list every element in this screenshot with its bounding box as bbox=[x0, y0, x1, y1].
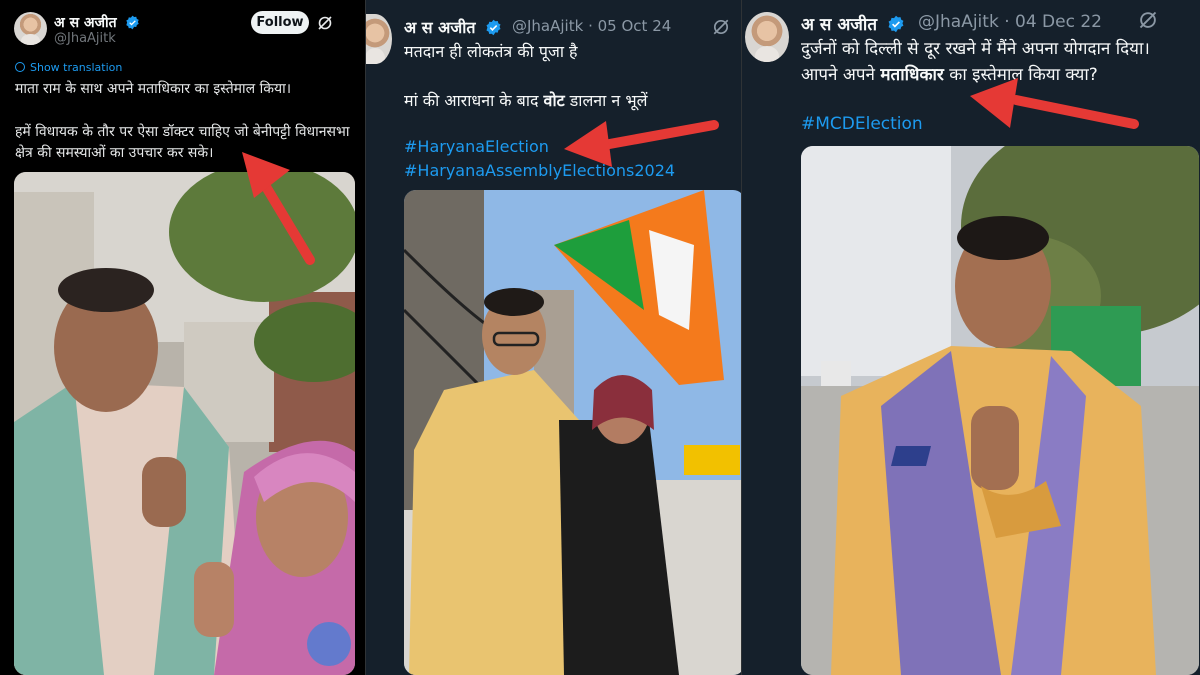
follow-button[interactable]: Follow bbox=[251, 11, 309, 34]
author-handle[interactable]: @JhaAjitk bbox=[918, 12, 999, 32]
author-name[interactable]: अ स अजीत bbox=[404, 16, 502, 38]
author-name[interactable]: अ स अजीत bbox=[54, 13, 140, 32]
grok-icon[interactable] bbox=[1138, 10, 1158, 30]
tweet-photo[interactable] bbox=[801, 146, 1199, 675]
photo-voter-street bbox=[801, 146, 1199, 675]
globe-icon bbox=[15, 62, 25, 72]
tweet-text-line: दुर्जनों को दिल्ली से दूर रखने में मैंने… bbox=[801, 39, 1150, 59]
tweet-text-line: हमें विधायक के तौर पर ऐसा डॉक्टर चाहिए ज… bbox=[15, 124, 350, 140]
tweet-date[interactable]: 05 Oct 24 bbox=[598, 17, 672, 35]
avatar[interactable] bbox=[14, 12, 47, 45]
verified-badge-icon bbox=[486, 19, 501, 36]
verified-badge-icon bbox=[888, 15, 904, 33]
avatar[interactable] bbox=[745, 12, 789, 62]
hashtag-link[interactable]: #MCDElection bbox=[801, 114, 923, 134]
tweet-date[interactable]: 04 Dec 22 bbox=[1015, 12, 1102, 32]
show-translation-link[interactable]: Show translation bbox=[15, 61, 122, 74]
tweet-panel-2: अ स अजीत @JhaAjitk · 05 Oct 24 मतदान ही … bbox=[366, 0, 742, 675]
photo-voters-with-mother bbox=[14, 172, 355, 675]
author-handle[interactable]: @JhaAjitk bbox=[512, 17, 583, 35]
tweet-photo[interactable] bbox=[14, 172, 355, 675]
chat-bubble-icon[interactable] bbox=[307, 622, 351, 666]
tweet-panel-1: अ स अजीत @JhaAjitk Follow Show translati… bbox=[0, 0, 366, 675]
tweet-text-line: आपने अपने मताधिकार का इस्तेमाल किया क्या… bbox=[801, 65, 1098, 85]
tweet-text-line: क्षेत्र की समस्याओं का उपचार कर सके। bbox=[15, 145, 214, 161]
tweet-panel-3: अ स अजीत @JhaAjitk · 04 Dec 22 दुर्जनों … bbox=[742, 0, 1200, 675]
tweet-photo[interactable] bbox=[404, 190, 742, 675]
grok-icon[interactable] bbox=[712, 18, 730, 36]
tweet-meta: @JhaAjitk · 05 Oct 24 bbox=[512, 17, 672, 35]
verified-badge-icon bbox=[126, 15, 140, 30]
tweet-meta: @JhaAjitk · 04 Dec 22 bbox=[918, 12, 1102, 32]
photo-voters-with-flag bbox=[404, 190, 742, 675]
hashtag-link[interactable]: #HaryanaElection bbox=[404, 137, 549, 156]
tweet-text-line: मतदान ही लोकतंत्र की पूजा है bbox=[404, 42, 578, 61]
author-handle[interactable]: @JhaAjitk bbox=[54, 31, 116, 46]
author-name[interactable]: अ स अजीत bbox=[801, 12, 905, 35]
tweet-text-line: मां की आराधना के बाद वोट डालना न भूलें bbox=[404, 91, 648, 110]
avatar[interactable] bbox=[366, 14, 392, 64]
hashtag-link[interactable]: #HaryanaAssemblyElections2024 bbox=[404, 161, 675, 180]
grok-icon[interactable] bbox=[317, 15, 333, 31]
tweet-text-line: माता राम के साथ अपने मताधिकार का इस्तेमा… bbox=[15, 81, 292, 97]
